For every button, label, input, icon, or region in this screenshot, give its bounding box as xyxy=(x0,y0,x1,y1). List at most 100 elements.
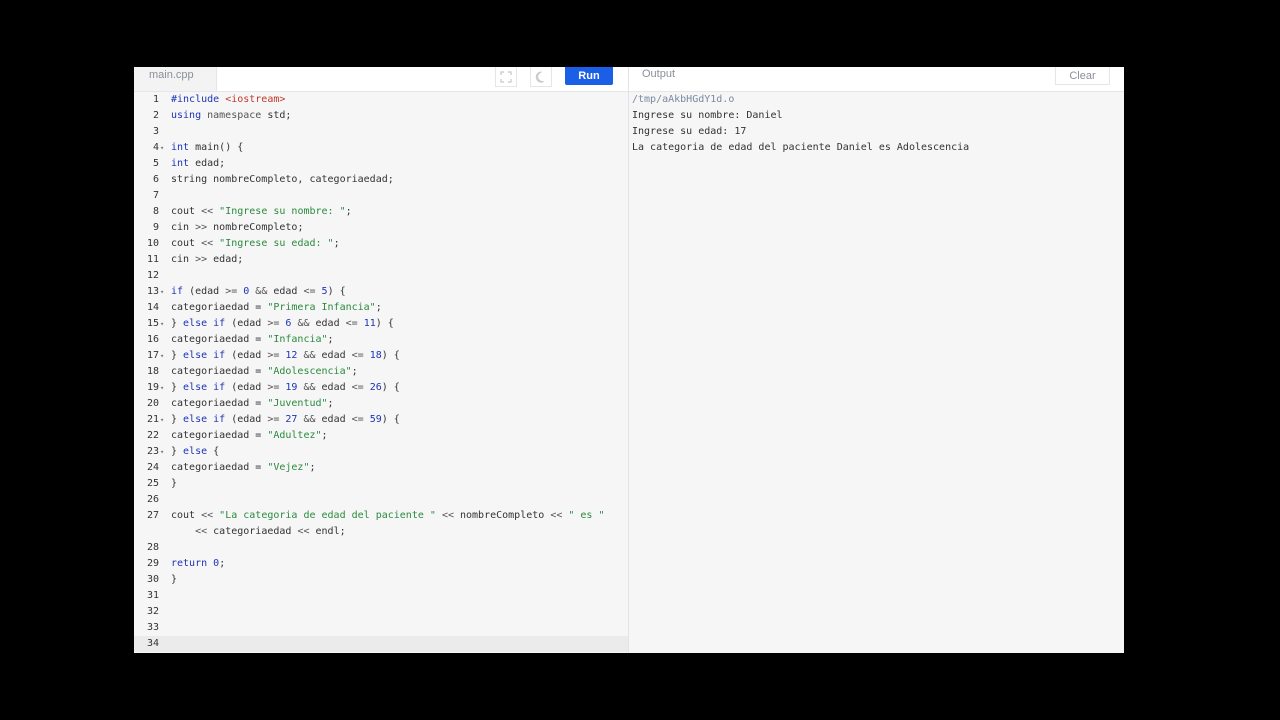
fold-toggle-icon[interactable]: ▾ xyxy=(160,284,164,300)
code-editor[interactable]: 1 #include <iostream> 2 using namespace std… xyxy=(134,91,628,653)
line-number: 27 xyxy=(146,510,159,521)
fold-toggle-icon[interactable]: ▾ xyxy=(160,140,164,156)
code-text: } xyxy=(171,476,177,492)
code-line[interactable]: 3 xyxy=(134,124,628,140)
code-line[interactable]: 31 xyxy=(134,588,628,604)
fold-toggle-icon[interactable]: ▾ xyxy=(160,316,164,332)
code-line[interactable]: 27 cout << "La categoria de edad del paci… xyxy=(134,508,628,524)
file-tab-main-cpp[interactable]: main.cpp xyxy=(134,67,217,91)
line-number: 29 xyxy=(146,558,159,569)
code-line[interactable]: 12 xyxy=(134,268,628,284)
code-line[interactable]: 32 xyxy=(134,604,628,620)
code-line[interactable]: 4 ▾ int main() { xyxy=(134,140,628,156)
code-token: else if xyxy=(183,414,232,425)
line-number: 25 xyxy=(146,478,159,489)
code-line[interactable]: 11 cin >> edad; xyxy=(134,252,628,268)
code-token: categoriaedad = xyxy=(171,430,268,441)
code-token: ; xyxy=(327,334,334,345)
line-number: 3 xyxy=(152,126,159,137)
code-line[interactable]: 19 ▾} else if (edad >= 19 && edad <= 26) … xyxy=(134,380,628,396)
code-token: { xyxy=(213,446,220,457)
code-line[interactable]: 24 categoriaedad = "Vejez"; xyxy=(134,460,628,476)
code-line[interactable]: 9 cin >> nombreCompleto; xyxy=(134,220,628,236)
clear-button[interactable]: Clear xyxy=(1055,67,1110,85)
code-token: } xyxy=(171,414,184,425)
fold-toggle-icon[interactable]: ▾ xyxy=(160,444,164,460)
output-line: Ingrese su nombre: Daniel xyxy=(632,110,783,121)
output-toolbar: Output Clear xyxy=(629,67,1124,92)
code-text: categoriaedad = "Adultez"; xyxy=(171,428,328,444)
fullscreen-button[interactable] xyxy=(495,67,517,87)
code-line[interactable]: 15 ▾} else if (edad >= 6 && edad <= 11) { xyxy=(134,316,628,332)
code-line[interactable]: 8 cout << "Ingrese su nombre: "; xyxy=(134,204,628,220)
code-text: categoriaedad = "Juventud"; xyxy=(171,396,334,412)
code-token: "Adolescencia" xyxy=(267,366,352,377)
code-token: << xyxy=(441,510,460,521)
code-line[interactable]: 25} xyxy=(134,476,628,492)
code-line[interactable]: 34 xyxy=(134,636,628,652)
fold-toggle-icon[interactable]: ▾ xyxy=(160,380,164,396)
code-token: edad xyxy=(273,286,304,297)
code-token: "Vejez" xyxy=(267,462,310,473)
code-token: 11 xyxy=(363,318,376,329)
code-token: ; xyxy=(321,430,328,441)
code-line[interactable]: 29 return 0; xyxy=(134,556,628,572)
code-line[interactable]: << categoriaedad << endl; xyxy=(134,524,628,540)
code-line[interactable]: 16 categoriaedad = "Infancia"; xyxy=(134,332,628,348)
code-text: categoriaedad = "Adolescencia"; xyxy=(171,364,358,380)
theme-toggle-button[interactable] xyxy=(530,67,552,87)
code-token: << xyxy=(550,510,569,521)
code-token: " es " xyxy=(568,510,605,521)
code-line[interactable]: 21 ▾} else if (edad >= 27 && edad <= 59) … xyxy=(134,412,628,428)
line-number: 31 xyxy=(146,590,159,601)
code-line[interactable]: 23 ▾} else { xyxy=(134,444,628,460)
code-line[interactable]: 17 ▾} else if (edad >= 12 && edad <= 18) … xyxy=(134,348,628,364)
code-token: #include xyxy=(171,94,226,105)
code-token: ; xyxy=(351,366,358,377)
code-token: cout xyxy=(171,206,202,217)
code-line[interactable]: 26 xyxy=(134,492,628,508)
code-token: && xyxy=(303,350,322,361)
line-number: 5 xyxy=(152,158,159,169)
code-line[interactable]: 33 xyxy=(134,620,628,636)
code-token: } xyxy=(171,574,178,585)
code-line[interactable]: 10 cout << "Ingrese su edad: "; xyxy=(134,236,628,252)
code-line[interactable]: 1 #include <iostream> xyxy=(134,92,628,108)
line-number: 17 xyxy=(146,350,159,361)
line-number: 24 xyxy=(146,462,159,473)
line-number: 20 xyxy=(146,398,159,409)
code-line[interactable]: 22 categoriaedad = "Adultez"; xyxy=(134,428,628,444)
code-text: categoriaedad = "Infancia"; xyxy=(171,332,334,348)
fold-toggle-icon[interactable]: ▾ xyxy=(160,348,164,364)
run-button[interactable]: Run xyxy=(565,67,613,85)
code-token: ; xyxy=(375,302,382,313)
code-token: >= xyxy=(267,350,286,361)
code-token: 18 xyxy=(369,350,382,361)
fold-toggle-icon[interactable]: ▾ xyxy=(160,412,164,428)
code-token: << xyxy=(201,238,220,249)
code-line[interactable]: 28 xyxy=(134,540,628,556)
code-line[interactable]: 13 ▾ if (edad >= 0 && edad <= 5) { xyxy=(134,284,628,300)
code-line[interactable]: 20 categoriaedad = "Juventud"; xyxy=(134,396,628,412)
code-text: } else if (edad >= 19 && edad <= 26) { xyxy=(171,380,400,396)
code-line[interactable]: 30} xyxy=(134,572,628,588)
line-number: 14 xyxy=(146,302,159,313)
code-token: <= xyxy=(303,286,322,297)
code-token: >= xyxy=(267,414,286,425)
code-token: categoriaedad = xyxy=(171,302,268,313)
code-line[interactable]: 5 int edad; xyxy=(134,156,628,172)
code-token: categoriaedad = xyxy=(171,462,268,473)
line-number: 23 xyxy=(146,446,159,457)
code-line[interactable]: 2 using namespace std; xyxy=(134,108,628,124)
fullscreen-icon xyxy=(500,70,512,83)
code-line[interactable]: 6 string nombreCompleto, categoriaedad; xyxy=(134,172,628,188)
code-token: cout xyxy=(171,238,202,249)
code-line[interactable]: 7 xyxy=(134,188,628,204)
code-token: "Ingrese su nombre: " xyxy=(219,206,346,217)
code-line[interactable]: 14 categoriaedad = "Primera Infancia"; xyxy=(134,300,628,316)
code-line[interactable]: 18 categoriaedad = "Adolescencia"; xyxy=(134,364,628,380)
code-token: categoriaedad xyxy=(213,526,298,537)
line-number: 21 xyxy=(146,414,159,425)
code-token: int xyxy=(171,142,196,153)
code-token: endl; xyxy=(315,526,346,537)
